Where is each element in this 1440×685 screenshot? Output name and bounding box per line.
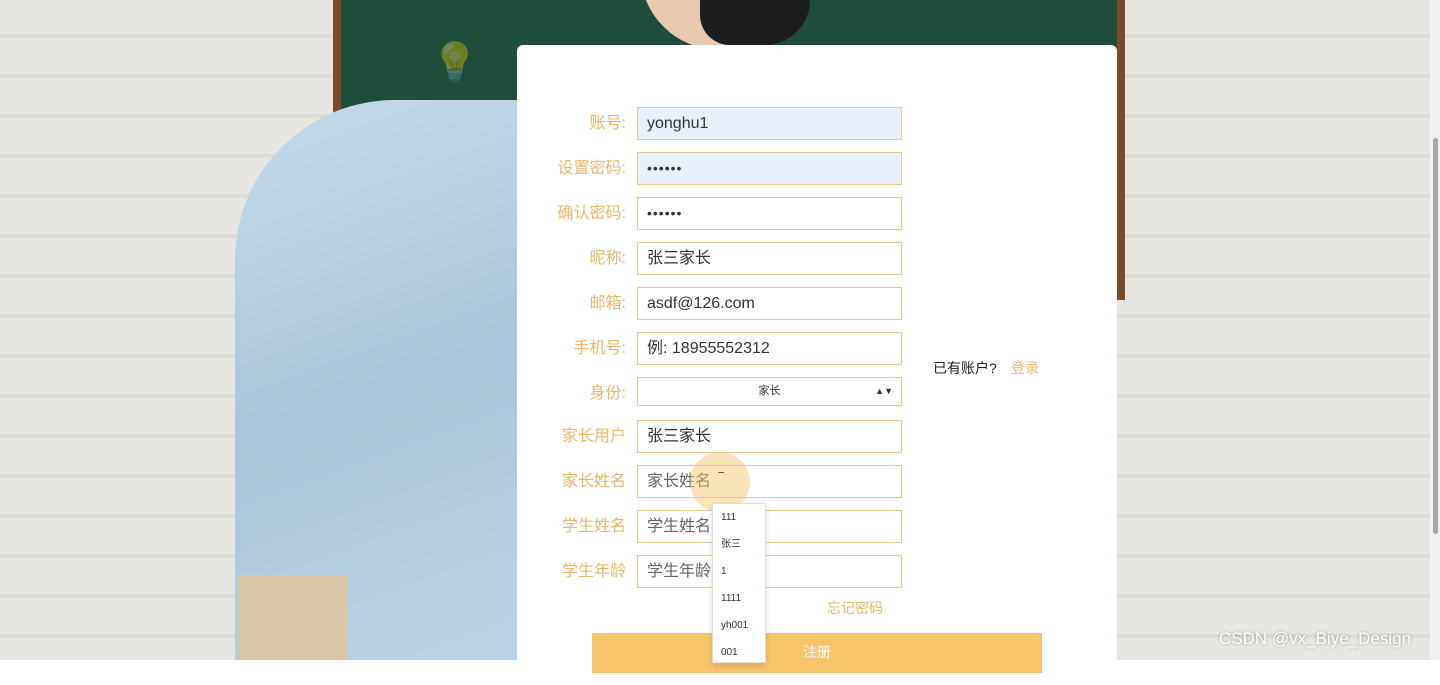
identity-select-value: 家长	[758, 385, 781, 397]
row-nickname: 昵称: 张三家长	[517, 242, 1117, 276]
forgot-password-link[interactable]: 忘记密码	[827, 598, 883, 618]
register-card: 账号: yonghu1 设置密码: •••••• 确认密码: •••••• 昵称…	[517, 45, 1117, 685]
nickname-label: 昵称:	[589, 250, 626, 267]
autocomplete-option[interactable]: 1111	[713, 585, 765, 612]
phone-input[interactable]: 例: 18955552312	[637, 332, 902, 365]
watermark-text: CSDN @vx_Biye_Design	[1219, 629, 1412, 648]
autocomplete-option[interactable]: 张三	[713, 531, 765, 558]
student-age-label: 学生年龄	[561, 563, 626, 580]
identity-label: 身份:	[589, 385, 626, 402]
row-email: 邮箱: asdf@126.com	[517, 287, 1117, 321]
select-arrows-icon: ▲▼	[875, 386, 893, 396]
row-student-name: 学生姓名 学生姓名	[517, 510, 1117, 544]
confirm-password-label: 确认密码:	[557, 205, 626, 222]
parent-user-label: 家长用户	[561, 428, 626, 445]
autocomplete-option[interactable]: 111	[713, 504, 765, 531]
row-student-age: 学生年龄 学生年龄	[517, 555, 1117, 589]
parent-name-input[interactable]: 家长姓名	[637, 465, 902, 498]
row-parent-user: 家长用户 张三家长	[517, 420, 1117, 454]
text-cursor-icon: ‾	[719, 470, 724, 486]
email-label: 邮箱:	[589, 295, 626, 312]
register-button[interactable]: 注册	[592, 633, 1042, 673]
account-label: 账号:	[589, 115, 626, 132]
lightbulb-chalk-icon: 💡	[431, 40, 479, 84]
student-name-input[interactable]: 学生姓名	[637, 510, 902, 543]
autocomplete-option[interactable]: 1	[713, 558, 765, 585]
already-have-account-text: 已有账户?	[933, 360, 997, 376]
parent-name-label: 家长姓名	[561, 473, 626, 490]
password-input[interactable]: ••••••	[637, 152, 902, 185]
email-input[interactable]: asdf@126.com	[637, 287, 902, 320]
student-age-input[interactable]: 学生年龄	[637, 555, 902, 588]
person-pants	[238, 575, 348, 660]
parent-user-input[interactable]: 张三家长	[637, 420, 902, 453]
student-name-label: 学生姓名	[561, 518, 626, 535]
row-password: 设置密码: ••••••	[517, 152, 1117, 186]
password-label: 设置密码:	[557, 160, 626, 177]
scrollbar-thumb[interactable]	[1433, 138, 1438, 534]
login-link[interactable]: 登录	[1011, 358, 1039, 378]
row-account: 账号: yonghu1	[517, 107, 1117, 141]
phone-label: 手机号:	[573, 340, 626, 357]
identity-select[interactable]: 家长 ▲▼	[637, 377, 902, 406]
account-input[interactable]: yonghu1	[637, 107, 902, 140]
autocomplete-dropdown: 111 张三 1 1111 yh001 001	[712, 503, 766, 663]
row-parent-name: 家长姓名 家长姓名	[517, 465, 1117, 499]
row-confirm-password: 确认密码: ••••••	[517, 197, 1117, 231]
confirm-password-input[interactable]: ••••••	[637, 197, 902, 230]
nickname-input[interactable]: 张三家长	[637, 242, 902, 275]
autocomplete-option[interactable]: yh001	[713, 612, 765, 639]
row-identity: 身份: 家长 ▲▼	[517, 377, 1117, 411]
autocomplete-option[interactable]: 001	[713, 639, 765, 666]
